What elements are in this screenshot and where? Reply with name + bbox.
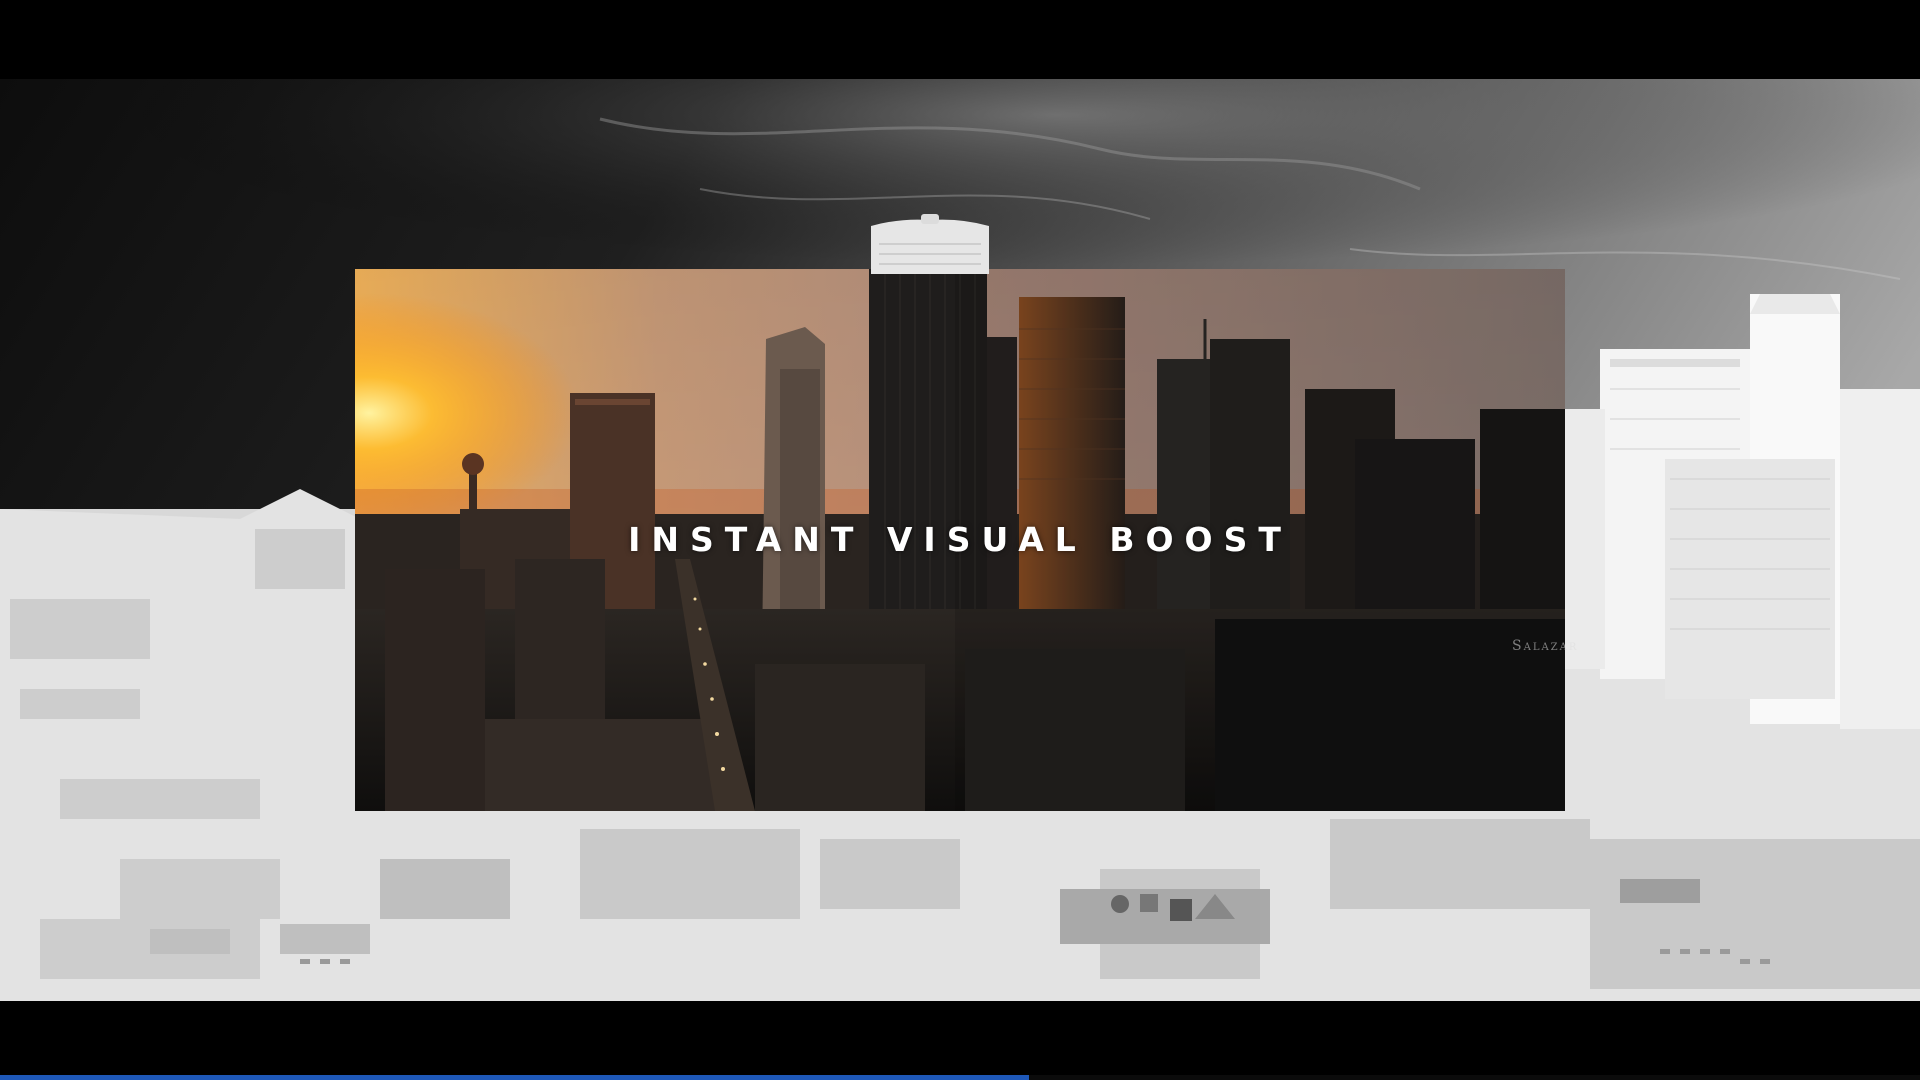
tower-top-breakout bbox=[871, 214, 989, 274]
video-player-canvas[interactable]: INSTANT VISUAL BOOST Salazar bbox=[0, 0, 1920, 1080]
letterbox-top bbox=[0, 0, 1920, 79]
playback-progress-fill bbox=[0, 1075, 1030, 1080]
watermark-text: Salazar bbox=[1512, 638, 1579, 654]
headline-title: INSTANT VISUAL BOOST bbox=[628, 520, 1292, 559]
playback-progress-bar[interactable] bbox=[0, 1075, 1920, 1080]
letterbox-bottom bbox=[0, 1001, 1920, 1080]
